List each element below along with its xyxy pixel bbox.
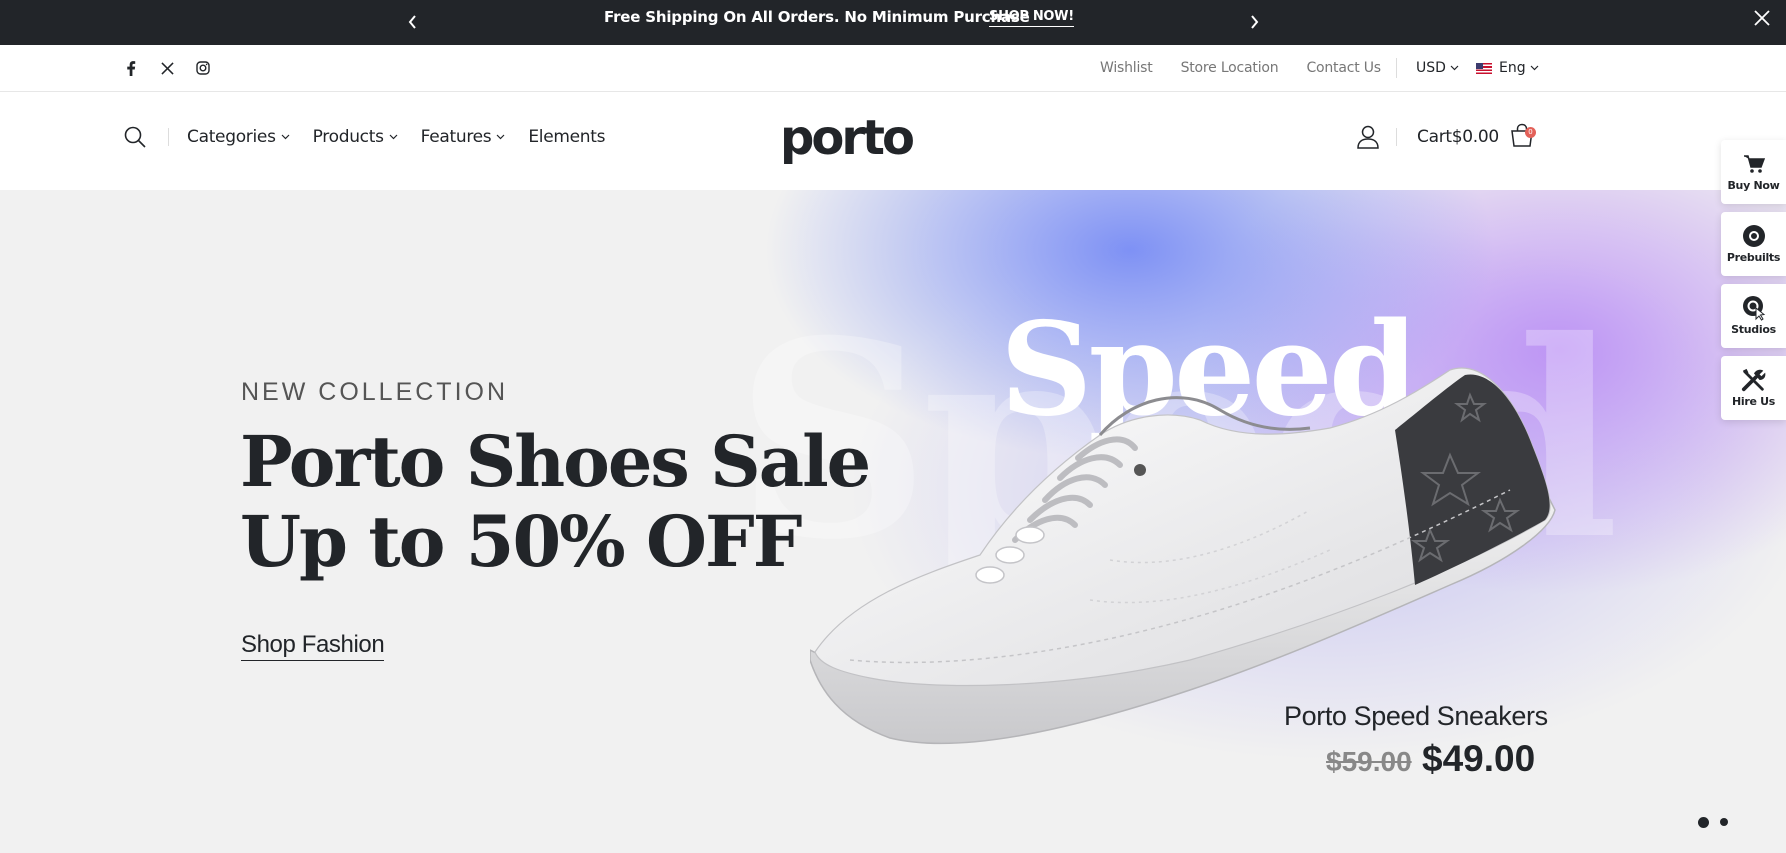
divider: [1396, 128, 1397, 146]
chevron-down-icon: [281, 134, 290, 140]
nav-categories[interactable]: Categories: [187, 126, 290, 148]
language-label: Eng: [1499, 60, 1526, 76]
us-flag-icon: [1476, 62, 1492, 74]
prebuilts-button[interactable]: Prebuilts: [1721, 212, 1786, 276]
sale-price: $49.00: [1422, 738, 1536, 779]
promo-next-arrow[interactable]: [1244, 10, 1264, 34]
chevron-down-icon: [496, 134, 505, 140]
prebuilts-label: Prebuilts: [1726, 251, 1781, 264]
divider: [168, 128, 169, 146]
user-account-icon[interactable]: [1355, 124, 1381, 150]
studios-button[interactable]: Studios: [1721, 284, 1786, 348]
cart-total: $0.00: [1451, 127, 1499, 147]
hero-kicker: NEW COLLECTION: [241, 378, 509, 406]
slider-dot-2[interactable]: [1720, 818, 1728, 826]
hero-slider: Speed Speed: [0, 190, 1786, 853]
cart-count-badge: 0: [1525, 127, 1536, 138]
old-price: $59.00: [1326, 746, 1412, 777]
top-bar: Wishlist Store Location Contact Us USD E…: [0, 45, 1786, 92]
cart-link[interactable]: Cart$0.00: [1417, 126, 1499, 148]
currency-label: USD: [1416, 60, 1446, 76]
search-icon[interactable]: [123, 125, 147, 149]
chevron-right-icon: [1251, 15, 1259, 29]
cart-icon: [1741, 152, 1767, 176]
contact-us-link[interactable]: Contact Us: [1306, 59, 1381, 77]
studios-label: Studios: [1731, 323, 1776, 336]
nav-products[interactable]: Products: [313, 126, 398, 148]
chevron-left-icon: [408, 15, 416, 29]
chevron-down-icon: [1450, 65, 1459, 71]
hero-headline-line-2: Up to 50% OFF: [240, 500, 802, 583]
promo-shop-now-link[interactable]: SHOP NOW!: [989, 8, 1074, 27]
chevron-down-icon: [389, 134, 398, 140]
product-name[interactable]: Porto Speed Sneakers: [1284, 700, 1548, 732]
hero-headline-line-1: Porto Shoes Sale: [240, 420, 871, 503]
slider-dot-1[interactable]: [1698, 817, 1709, 828]
close-icon[interactable]: [1751, 7, 1773, 29]
currency-selector[interactable]: USD: [1416, 59, 1459, 77]
chevron-down-icon: [1530, 65, 1539, 71]
shop-fashion-link[interactable]: Shop Fashion: [241, 630, 385, 661]
nav-label: Elements: [528, 127, 606, 147]
promo-message: Free Shipping On All Orders. No Minimum …: [604, 8, 1030, 26]
x-twitter-icon[interactable]: [158, 59, 176, 77]
facebook-icon[interactable]: [122, 59, 140, 77]
cart-label: Cart: [1417, 127, 1452, 147]
wishlist-link[interactable]: Wishlist: [1100, 59, 1153, 77]
store-location-link[interactable]: Store Location: [1181, 59, 1279, 77]
promo-bar: Free Shipping On All Orders. No Minimum …: [0, 0, 1786, 45]
hire-us-label: Hire Us: [1731, 395, 1776, 408]
top-links: Wishlist Store Location Contact Us: [1100, 59, 1409, 77]
site-logo[interactable]: porto: [780, 110, 915, 166]
hero-headline: Porto Shoes Sale Up to 50% OFF: [240, 420, 871, 583]
main-header: Categories Products Features Elements po…: [0, 92, 1786, 190]
nav-label: Features: [420, 127, 492, 147]
divider: [1396, 58, 1397, 78]
nav-elements[interactable]: Elements: [528, 126, 605, 148]
pin-cursor-icon: [1741, 296, 1767, 321]
promo-prev-arrow[interactable]: [403, 10, 423, 34]
tools-icon: [1741, 368, 1767, 392]
main-nav: Categories Products Features Elements: [187, 126, 628, 148]
hire-us-button[interactable]: Hire Us: [1721, 356, 1786, 420]
instagram-icon[interactable]: [194, 59, 212, 77]
buy-now-label: Buy Now: [1727, 179, 1780, 192]
nav-label: Products: [312, 127, 384, 147]
nav-label: Categories: [187, 127, 276, 147]
buy-now-button[interactable]: Buy Now: [1721, 140, 1786, 204]
nav-features[interactable]: Features: [421, 126, 506, 148]
language-selector[interactable]: Eng: [1476, 59, 1539, 77]
disc-icon: [1741, 224, 1767, 248]
